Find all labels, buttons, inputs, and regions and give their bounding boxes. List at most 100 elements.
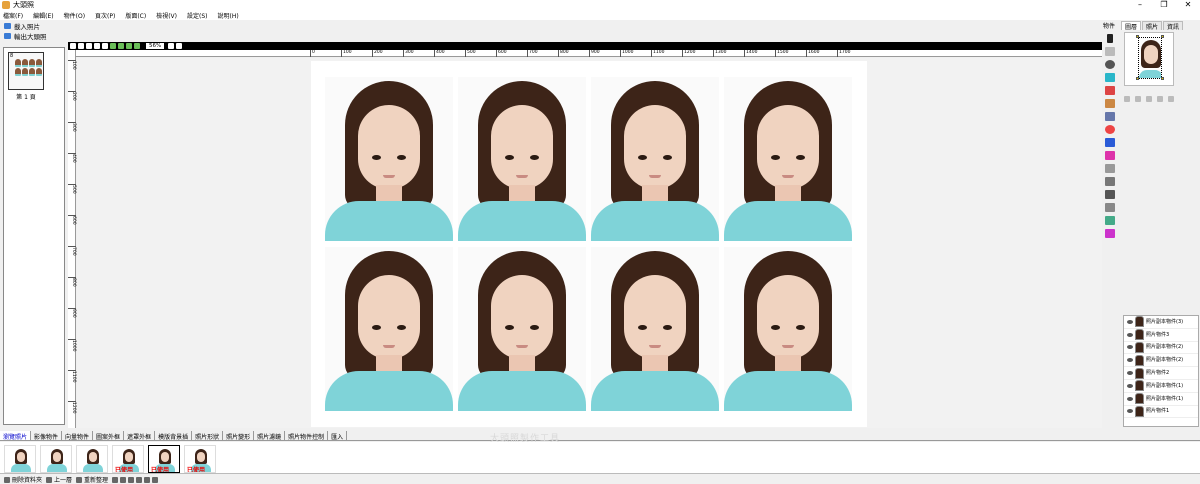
page-thumbnail[interactable]: 8 (8, 52, 44, 90)
menu-view[interactable]: 檢視(V) (156, 11, 177, 20)
tab-pattern-frames[interactable]: 圖案外框 (93, 431, 125, 441)
menu-edit[interactable]: 編輯(E) (33, 11, 53, 20)
photo-thumbnail[interactable]: 已使用 (148, 445, 180, 473)
image-tool-icon[interactable] (1105, 47, 1115, 56)
eye-icon[interactable] (1127, 332, 1133, 337)
menu-page[interactable]: 頁次(P) (95, 11, 115, 20)
pdf-icon[interactable] (1105, 138, 1115, 147)
move-down-icon[interactable] (1146, 96, 1152, 102)
view-icon[interactable] (112, 476, 119, 483)
magnifier-icon[interactable] (1105, 112, 1115, 121)
tab-object[interactable]: 物件 (1102, 21, 1118, 30)
delete-folder-button[interactable]: 刪除資料夾 (4, 475, 42, 484)
redo-icon[interactable] (78, 43, 84, 49)
menu-settings[interactable]: 設定(S) (187, 11, 208, 20)
menu-layout[interactable]: 版面(C) (125, 11, 146, 20)
eye-icon[interactable] (1127, 396, 1133, 401)
photo-object[interactable] (325, 247, 453, 411)
help-icon[interactable] (152, 476, 159, 483)
tab-vector-objects[interactable]: 向量物件 (62, 431, 94, 441)
layer-item[interactable]: 照片副本物件(2) (1124, 354, 1198, 368)
photo-thumbnail[interactable] (40, 445, 72, 473)
layer-item[interactable]: 照片物件3 (1124, 329, 1198, 342)
tab-photo-shape[interactable]: 照片形狀 (192, 431, 224, 441)
view-icon[interactable] (136, 476, 143, 483)
hand-icon[interactable] (176, 43, 183, 49)
close-icon[interactable]: ✕ (1176, 0, 1200, 10)
lock-icon[interactable] (1124, 96, 1130, 102)
layer-tool-icon[interactable] (1105, 99, 1115, 108)
resize-handle[interactable] (1161, 77, 1164, 80)
grid-tool-icon[interactable] (1105, 164, 1115, 173)
paste-icon[interactable] (94, 43, 100, 49)
tab-template-background[interactable]: 模版背景插 (155, 431, 193, 441)
eye-icon[interactable] (1127, 345, 1133, 350)
zoom-level[interactable]: 56% (146, 43, 165, 49)
photo-object[interactable] (591, 247, 719, 411)
copy-layer-icon[interactable] (1168, 96, 1174, 102)
copy-icon[interactable] (86, 43, 92, 49)
tab-photo-warp[interactable]: 照片變形 (223, 431, 255, 441)
undo-icon[interactable] (70, 43, 76, 49)
resize-handle[interactable] (1136, 77, 1139, 80)
screen-tool-icon[interactable] (1105, 73, 1115, 82)
menu-object[interactable]: 物件(O) (64, 11, 85, 20)
text-tool-icon[interactable] (1107, 34, 1113, 43)
tab-browse-photos[interactable]: 瀏覽照片 (0, 431, 32, 441)
menu-help[interactable]: 說明(H) (218, 11, 239, 20)
maximize-icon[interactable]: ❐ (1152, 0, 1176, 10)
canvas-area[interactable] (77, 58, 1102, 428)
resize-handle[interactable] (1161, 35, 1164, 38)
actual-size-icon[interactable] (134, 43, 140, 49)
comment-icon[interactable] (1105, 177, 1115, 186)
export-photo-button[interactable]: 輸出大頭照 (0, 31, 68, 41)
layer-item[interactable]: 照片副本物件(1) (1124, 393, 1198, 406)
minimize-icon[interactable]: – (1128, 0, 1152, 10)
view-icon[interactable] (144, 476, 151, 483)
photo-thumbnail[interactable] (4, 445, 36, 473)
layer-item[interactable]: 照片副本物件(1) (1124, 380, 1198, 393)
view-icon[interactable] (120, 476, 127, 483)
photo-object[interactable] (724, 247, 852, 411)
color-icon[interactable] (1105, 229, 1115, 238)
layer-item[interactable]: 照片副本物件(2) (1124, 341, 1198, 355)
view-icon[interactable] (128, 476, 135, 483)
load-photo-button[interactable]: 載入照片 (0, 21, 68, 31)
photo-object[interactable] (591, 77, 719, 241)
delete-icon[interactable] (102, 43, 108, 49)
zoom-in-icon[interactable] (110, 43, 116, 49)
photo-object[interactable] (458, 77, 586, 241)
up-level-button[interactable]: 上一層 (46, 475, 72, 484)
print-icon[interactable] (1105, 151, 1115, 160)
move-up-icon[interactable] (1135, 96, 1141, 102)
photo-thumbnail[interactable]: 已使用 (112, 445, 144, 473)
eye-icon[interactable] (1127, 409, 1133, 414)
pointer-icon[interactable] (168, 43, 175, 49)
arrows-icon[interactable] (1105, 190, 1115, 199)
frame-tool-icon[interactable] (1105, 86, 1115, 95)
photo-object[interactable] (724, 77, 852, 241)
settings-icon[interactable] (1157, 96, 1163, 102)
photo-thumbnail[interactable]: 已使用 (184, 445, 216, 473)
tab-import[interactable]: 匯入 (328, 431, 348, 441)
menu-file[interactable]: 檔案(F) (3, 11, 23, 20)
circle-tool-icon[interactable] (1105, 125, 1115, 134)
fit-page-icon[interactable] (126, 43, 132, 49)
crop-icon[interactable] (1105, 216, 1115, 225)
layer-item[interactable]: 照片物件1 (1124, 405, 1198, 419)
photo-thumbnail[interactable] (76, 445, 108, 473)
tab-image-objects[interactable]: 影像物件 (31, 431, 63, 441)
eye-icon[interactable] (1127, 371, 1133, 376)
layer-item[interactable]: 照片副本物件(3) (1124, 316, 1198, 329)
eye-icon[interactable] (1127, 383, 1133, 388)
layer-item[interactable]: 照片物件2 (1124, 367, 1198, 380)
arrow-right-icon[interactable] (1105, 203, 1115, 212)
resize-handle[interactable] (1136, 35, 1139, 38)
tab-photo-object-control[interactable]: 照片物件控制 (285, 431, 329, 441)
eye-icon[interactable] (1127, 319, 1133, 324)
photo-object[interactable] (325, 77, 453, 241)
tab-info[interactable]: 資訊 (1163, 21, 1184, 31)
tab-layers[interactable]: 圖層 (1121, 21, 1142, 31)
photo-object[interactable] (458, 247, 586, 411)
abc-tool-icon[interactable] (1105, 60, 1115, 69)
